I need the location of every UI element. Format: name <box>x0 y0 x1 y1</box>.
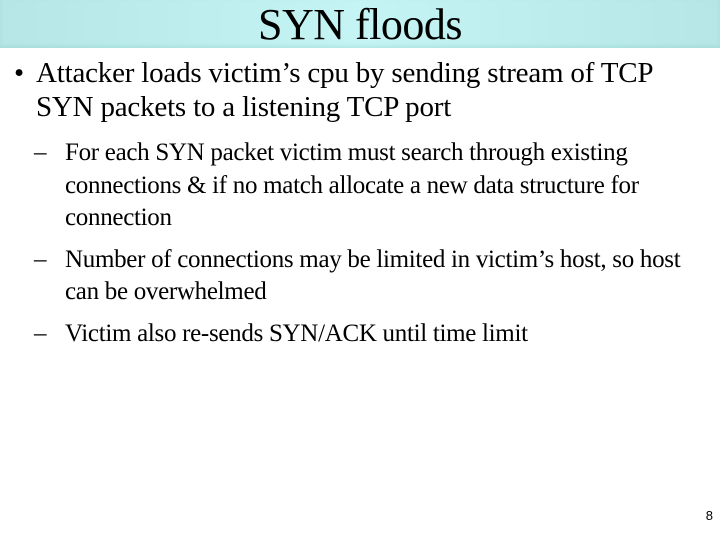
slide-title: SYN floods <box>257 0 463 49</box>
sub-bullet-marker: – <box>34 319 47 347</box>
bullet-marker: • <box>14 57 24 89</box>
sub-bullet-marker: – <box>34 245 47 273</box>
slide: SYN floods • Attacker loads victim’s cpu… <box>0 0 720 540</box>
sub-bullet-search-connections: – For each SYN packet victim must search… <box>34 137 720 235</box>
sub-bullet-text: Number of connections may be limited in … <box>65 245 681 306</box>
bullet-main: • Attacker loads victim’s cpu by sending… <box>4 56 716 124</box>
sub-bullet-marker: – <box>34 139 47 166</box>
sub-bullet-resend-synack: – Victim also re-sends SYN/ACK until tim… <box>34 318 720 351</box>
sub-bullet-list: – For each SYN packet victim must search… <box>34 137 720 359</box>
sub-bullet-text: For each SYN packet victim must search t… <box>65 139 639 231</box>
sub-bullet-text: Victim also re-sends SYN/ACK until time … <box>65 319 528 347</box>
sub-bullet-connection-limit: – Number of connections may be limited i… <box>34 244 720 309</box>
bullet-text: Attacker loads victim’s cpu by sending s… <box>36 57 653 123</box>
title-bar: SYN floods <box>0 0 720 49</box>
page-number: 8 <box>705 508 713 523</box>
